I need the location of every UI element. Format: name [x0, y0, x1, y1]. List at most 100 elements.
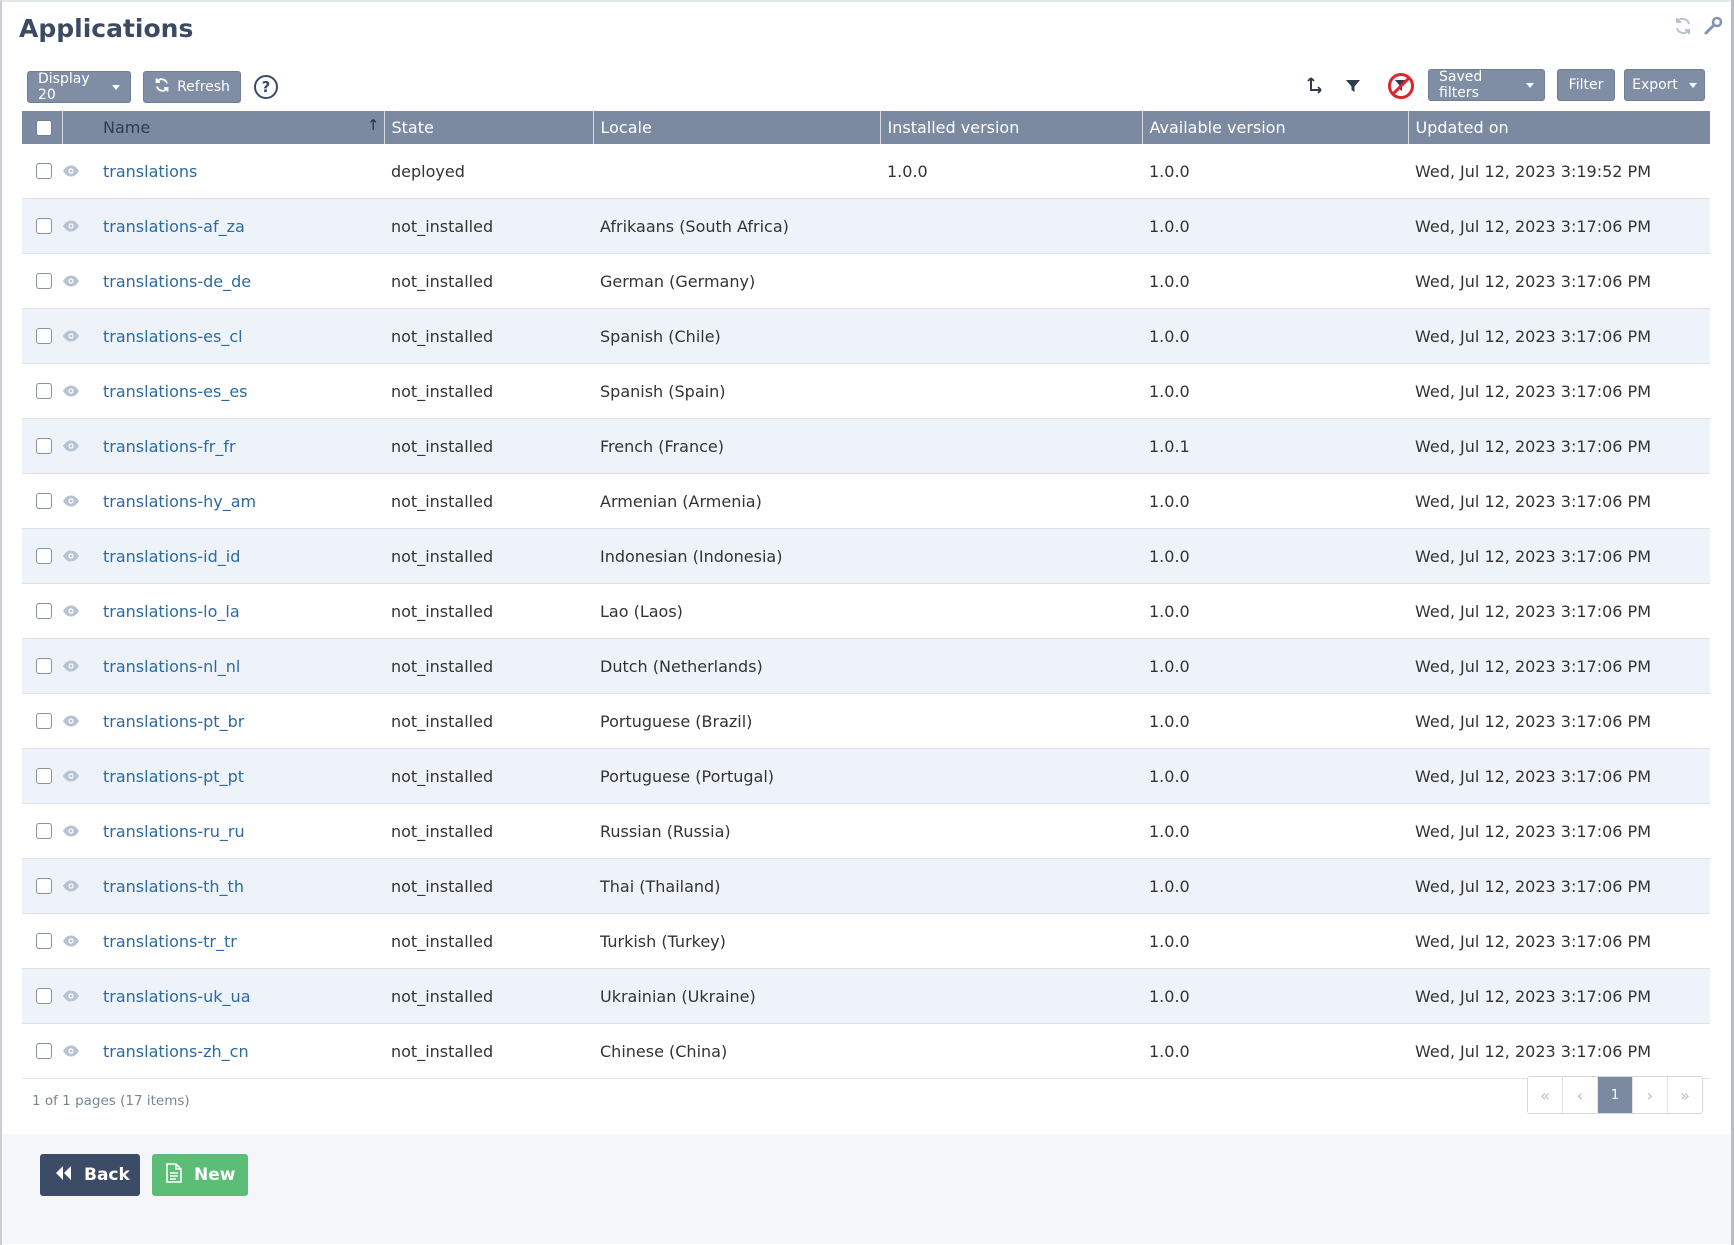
next-page-button[interactable]: ›: [1633, 1077, 1668, 1113]
row-checkbox[interactable]: [36, 988, 52, 1004]
row-checkbox[interactable]: [36, 713, 52, 729]
table-row[interactable]: translations-af_za not_installed Afrikaans…: [22, 198, 1710, 254]
corner-tools: [1672, 16, 1724, 38]
column-header-updated-on[interactable]: Updated on: [1408, 111, 1710, 144]
application-name-link[interactable]: translations-af_za: [103, 217, 245, 236]
application-name-link[interactable]: translations-nl_nl: [103, 657, 240, 676]
export-dropdown[interactable]: Export: [1624, 69, 1705, 101]
table-row[interactable]: translations-nl_nl not_installed Dutch (Ne…: [22, 638, 1710, 694]
table-row[interactable]: translations-de_de not_installed German (G…: [22, 253, 1710, 309]
application-name-link[interactable]: translations-uk_ua: [103, 987, 251, 1006]
row-checkbox[interactable]: [36, 658, 52, 674]
row-checkbox[interactable]: [36, 163, 52, 179]
application-name-link[interactable]: translations-pt_br: [103, 712, 244, 731]
application-name-link[interactable]: translations-ru_ru: [103, 822, 245, 841]
row-checkbox[interactable]: [36, 768, 52, 784]
double-chevron-left-icon: [54, 1165, 72, 1186]
row-checkbox[interactable]: [36, 328, 52, 344]
locale-cell: Portuguese (Brazil): [593, 693, 880, 749]
table-row[interactable]: translations-th_th not_installed Thai (Tha…: [22, 858, 1710, 914]
table-row[interactable]: translations-tr_tr not_installed Turkish (…: [22, 913, 1710, 969]
eye-icon[interactable]: [62, 693, 96, 749]
saved-filters-dropdown[interactable]: Saved filters: [1428, 69, 1545, 101]
table-row[interactable]: translations-hy_am not_installed Armenian …: [22, 473, 1710, 529]
eye-icon[interactable]: [62, 913, 96, 969]
eye-icon[interactable]: [62, 473, 96, 529]
row-checkbox[interactable]: [36, 548, 52, 564]
row-checkbox[interactable]: [36, 823, 52, 839]
row-checkbox[interactable]: [36, 383, 52, 399]
column-header-installed-version[interactable]: Installed version: [880, 111, 1143, 144]
application-name-link[interactable]: translations-th_th: [103, 877, 244, 896]
column-header-name[interactable]: Name ↑: [96, 111, 385, 144]
row-checkbox[interactable]: [36, 438, 52, 454]
application-name-link[interactable]: translations-pt_pt: [103, 767, 244, 786]
table-row[interactable]: translations-fr_fr not_installed French (F…: [22, 418, 1710, 474]
column-header-locale[interactable]: Locale: [593, 111, 881, 144]
application-name-link[interactable]: translations-tr_tr: [103, 932, 237, 951]
wrench-icon[interactable]: [1702, 16, 1724, 38]
eye-icon[interactable]: [62, 748, 96, 804]
refresh-button[interactable]: Refresh: [143, 71, 241, 103]
application-name-link[interactable]: translations-es_cl: [103, 327, 243, 346]
application-name-link[interactable]: translations-id_id: [103, 547, 240, 566]
filter-button[interactable]: Filter: [1557, 69, 1615, 101]
eye-icon[interactable]: [62, 803, 96, 859]
eye-icon[interactable]: [62, 528, 96, 584]
table-row[interactable]: translations-ru_ru not_installed Russian (…: [22, 803, 1710, 859]
display-count-dropdown[interactable]: Display 20: [27, 71, 131, 103]
installed-version-cell: [880, 638, 1142, 694]
locale-cell: Spanish (Chile): [593, 308, 880, 364]
eye-icon[interactable]: [62, 968, 96, 1024]
application-name-link[interactable]: translations-de_de: [103, 272, 251, 291]
reload-icon[interactable]: [1672, 16, 1694, 38]
row-checkbox[interactable]: [36, 1043, 52, 1059]
row-checkbox[interactable]: [36, 603, 52, 619]
last-page-button[interactable]: »: [1668, 1077, 1702, 1113]
funnel-icon[interactable]: [1341, 74, 1365, 98]
table-row[interactable]: translations-pt_pt not_installed Portugues…: [22, 748, 1710, 804]
select-all-checkbox[interactable]: [36, 119, 52, 136]
eye-icon[interactable]: [62, 418, 96, 474]
eye-icon[interactable]: [62, 583, 96, 639]
application-name-link[interactable]: translations-zh_cn: [103, 1042, 249, 1061]
eye-icon[interactable]: [62, 858, 96, 914]
eye-icon[interactable]: [62, 253, 96, 309]
column-header-available-version[interactable]: Available version: [1142, 111, 1409, 144]
table-row[interactable]: translations deployed 1.0.0 1.0.0 Wed, Jul 1…: [22, 144, 1710, 199]
application-name-link[interactable]: translations-lo_la: [103, 602, 240, 621]
table-row[interactable]: translations-uk_ua not_installed Ukrainian…: [22, 968, 1710, 1024]
eye-icon[interactable]: [62, 144, 96, 199]
application-name-link[interactable]: translations: [103, 162, 197, 181]
eye-icon[interactable]: [62, 308, 96, 364]
eye-icon[interactable]: [62, 1023, 96, 1079]
eye-icon[interactable]: [62, 363, 96, 419]
row-checkbox[interactable]: [36, 493, 52, 509]
eye-icon[interactable]: [62, 198, 96, 254]
table-row[interactable]: translations-zh_cn not_installed Chinese (…: [22, 1023, 1710, 1079]
application-name-link[interactable]: translations-fr_fr: [103, 437, 236, 456]
application-name-link[interactable]: translations-es_es: [103, 382, 248, 401]
eye-icon[interactable]: [62, 638, 96, 694]
row-checkbox[interactable]: [36, 878, 52, 894]
column-header-state[interactable]: State: [384, 111, 594, 144]
hierarchy-icon[interactable]: [1304, 74, 1328, 98]
new-button[interactable]: New: [152, 1154, 248, 1196]
current-page-button[interactable]: 1: [1598, 1077, 1633, 1113]
table-row[interactable]: translations-lo_la not_installed Lao (Laos…: [22, 583, 1710, 639]
table-row[interactable]: translations-es_es not_installed Spanish (…: [22, 363, 1710, 419]
table-row[interactable]: translations-es_cl not_installed Spanish (…: [22, 308, 1710, 364]
help-icon[interactable]: ?: [254, 75, 278, 99]
row-checkbox[interactable]: [36, 933, 52, 949]
first-page-button[interactable]: «: [1528, 1077, 1563, 1113]
table-row[interactable]: translations-id_id not_installed Indonesia…: [22, 528, 1710, 584]
row-checkbox[interactable]: [36, 273, 52, 289]
no-filter-icon[interactable]: [1387, 72, 1415, 100]
back-button[interactable]: Back: [40, 1154, 140, 1196]
row-checkbox[interactable]: [36, 218, 52, 234]
previous-page-button[interactable]: ‹: [1563, 1077, 1598, 1113]
application-name-link[interactable]: translations-hy_am: [103, 492, 256, 511]
state-cell: not_installed: [384, 968, 593, 1024]
available-version-cell: 1.0.0: [1142, 198, 1408, 254]
table-row[interactable]: translations-pt_br not_installed Portugues…: [22, 693, 1710, 749]
